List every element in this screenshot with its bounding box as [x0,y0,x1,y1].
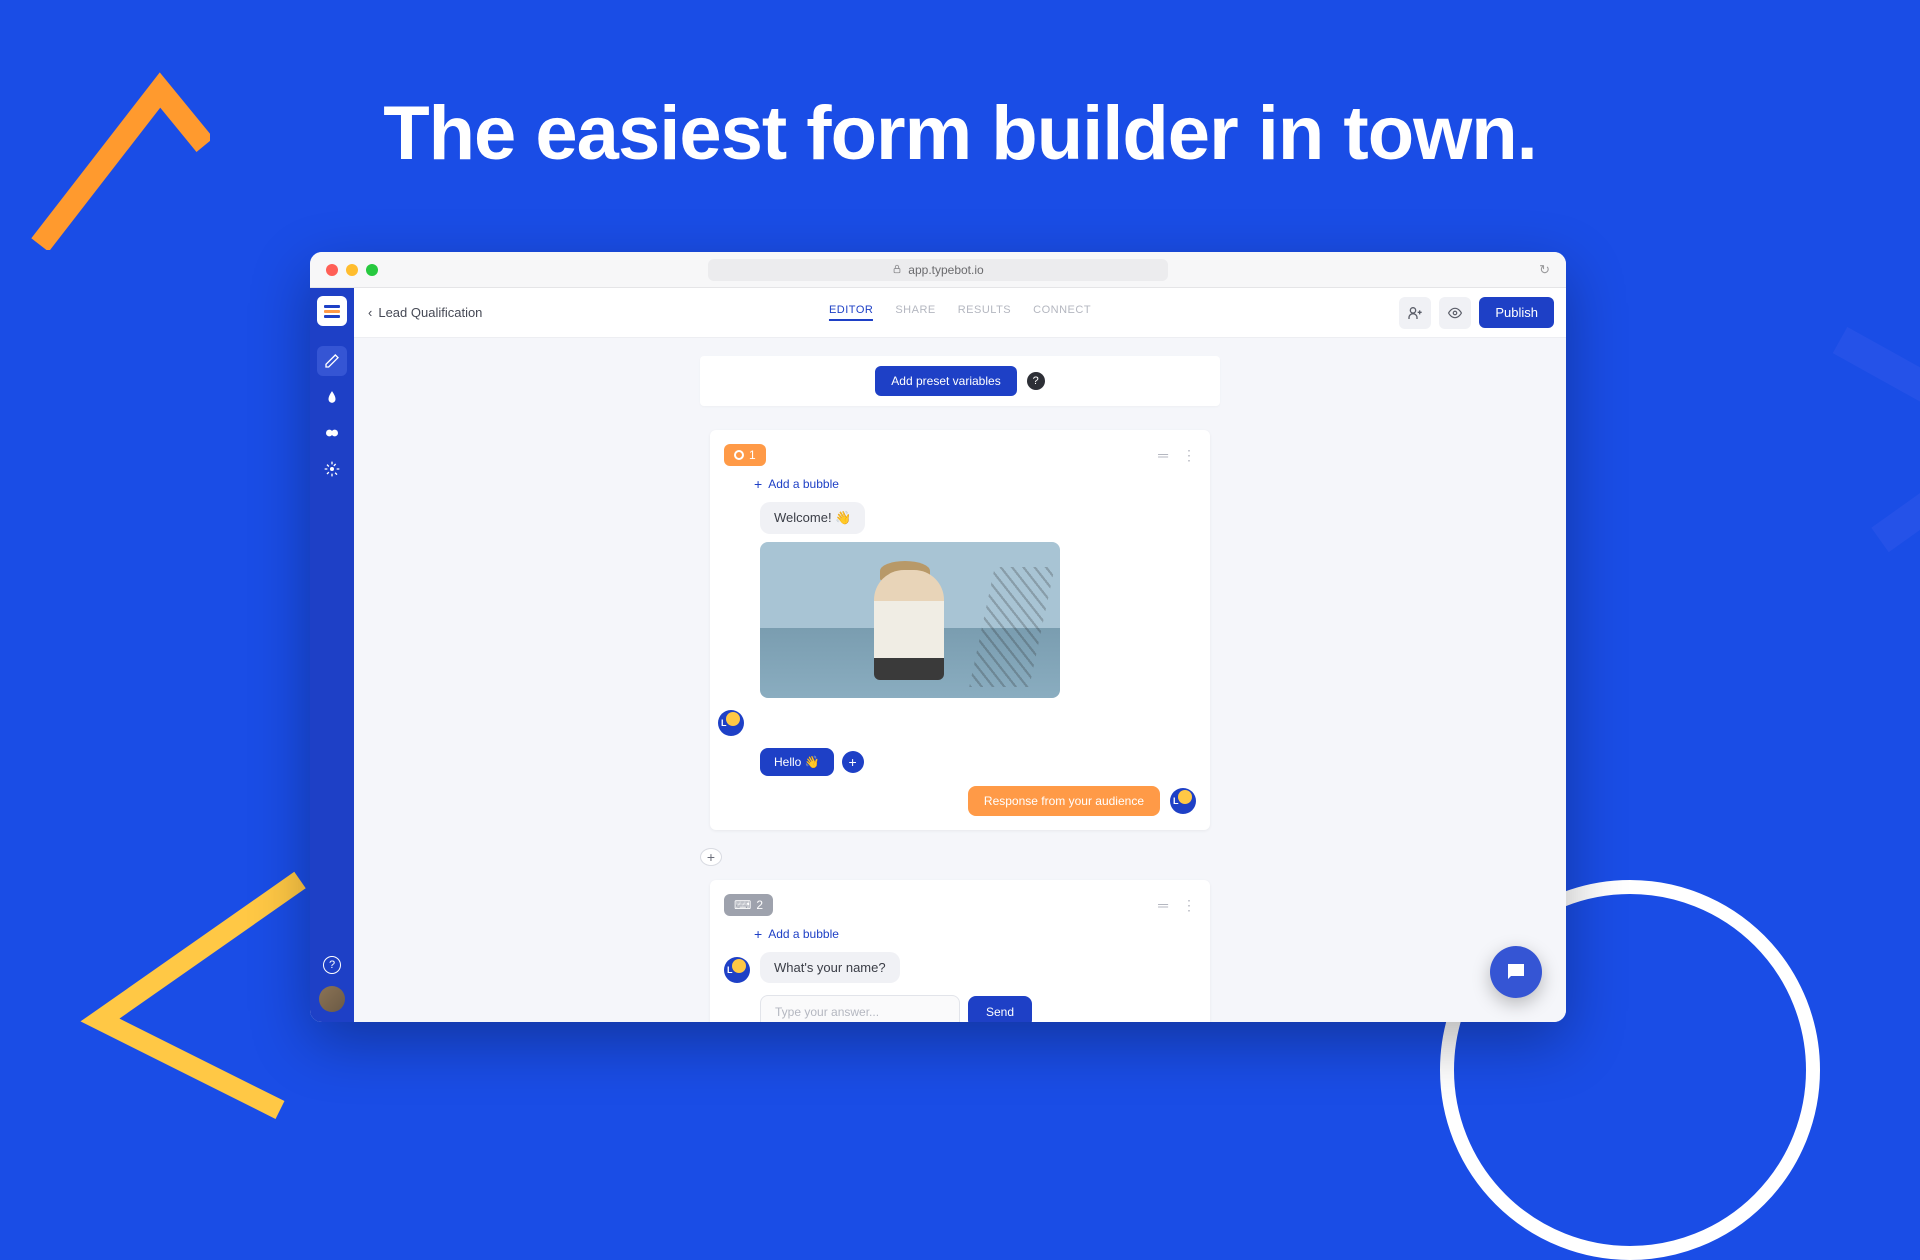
publish-button[interactable]: Publish [1479,297,1554,328]
chevron-left-icon: ‹ [368,305,372,320]
plus-icon: + [754,476,762,492]
tab-results[interactable]: RESULTS [958,304,1011,321]
editor-canvas: Add preset variables ? 1 ═ ⋮ [354,338,1566,1022]
app-logo[interactable] [317,296,347,326]
help-icon[interactable]: ? [323,956,341,974]
add-bubble-label: Add a bubble [768,477,839,491]
chat-fab[interactable] [1490,946,1542,998]
decorative-shape [1820,320,1920,560]
bot-avatar [718,710,744,736]
url-bar[interactable]: app.typebot.io [708,259,1168,281]
close-light[interactable] [326,264,338,276]
image-bubble[interactable] [760,542,1060,698]
send-button[interactable]: Send [968,996,1032,1022]
main-area: ‹ Lead Qualification EDITOR SHARE RESULT… [354,288,1566,1022]
add-bubble-button[interactable]: + Add a bubble [754,476,1196,492]
sidebar-brain-icon[interactable] [317,418,347,448]
add-bubble-label: Add a bubble [768,927,839,941]
sidebar-settings-icon[interactable] [317,454,347,484]
sidebar: ? [310,288,354,1022]
flow-block[interactable]: 1 ═ ⋮ + Add a bubble Welc [710,430,1210,830]
breadcrumb[interactable]: ‹ Lead Qualification [368,305,482,320]
invite-icon[interactable] [1399,297,1431,329]
flow-block[interactable]: ⌨ 2 ═ ⋮ + Add a bubble Wha [710,880,1210,1022]
user-avatar[interactable] [319,986,345,1012]
browser-chrome: app.typebot.io ↻ [310,252,1566,288]
tab-share[interactable]: SHARE [895,304,935,321]
message-bubble[interactable]: What's your name? [760,952,900,983]
add-preset-button[interactable]: Add preset variables [875,366,1016,396]
block-number: 2 [756,898,763,912]
sidebar-theme-icon[interactable] [317,382,347,412]
input-icon: ⌨ [734,898,751,912]
audience-avatar [1170,788,1196,814]
topbar: ‹ Lead Qualification EDITOR SHARE RESULT… [354,288,1566,338]
lock-icon [892,263,902,277]
decorative-shape [60,840,340,1120]
sidebar-edit-icon[interactable] [317,346,347,376]
tabs: EDITOR SHARE RESULTS CONNECT [829,304,1091,321]
tab-connect[interactable]: CONNECT [1033,304,1091,321]
block-badge: ⌨ 2 [724,894,773,916]
url-text: app.typebot.io [908,263,983,277]
maximize-light[interactable] [366,264,378,276]
minimize-light[interactable] [346,264,358,276]
hero-headline: The easiest form builder in town. [0,90,1920,177]
add-block-button[interactable]: + [700,848,722,866]
add-bubble-button[interactable]: + Add a bubble [754,926,1196,942]
audience-response[interactable]: Response from your audience [968,786,1160,816]
block-number: 1 [749,448,756,462]
more-menu-icon[interactable]: ⋮ [1182,897,1196,914]
choice-chip[interactable]: Hello 👋 [760,748,834,776]
add-chip-button[interactable]: + [842,751,864,773]
answer-input[interactable]: Type your answer... [760,995,960,1022]
traffic-lights [326,264,378,276]
app-window: app.typebot.io ↻ [310,252,1566,1022]
more-menu-icon[interactable]: ⋮ [1182,447,1196,464]
tab-editor[interactable]: EDITOR [829,304,873,321]
drag-handle-icon[interactable]: ═ [1158,447,1168,463]
preview-icon[interactable] [1439,297,1471,329]
message-bubble[interactable]: Welcome! 👋 [760,502,865,534]
block-badge: 1 [724,444,766,466]
breadcrumb-label: Lead Qualification [378,305,482,320]
drag-handle-icon[interactable]: ═ [1158,897,1168,913]
bot-avatar [724,957,750,983]
help-tooltip-icon[interactable]: ? [1027,372,1045,390]
plus-icon: + [754,926,762,942]
refresh-icon[interactable]: ↻ [1539,262,1550,278]
start-dot-icon [734,450,744,460]
